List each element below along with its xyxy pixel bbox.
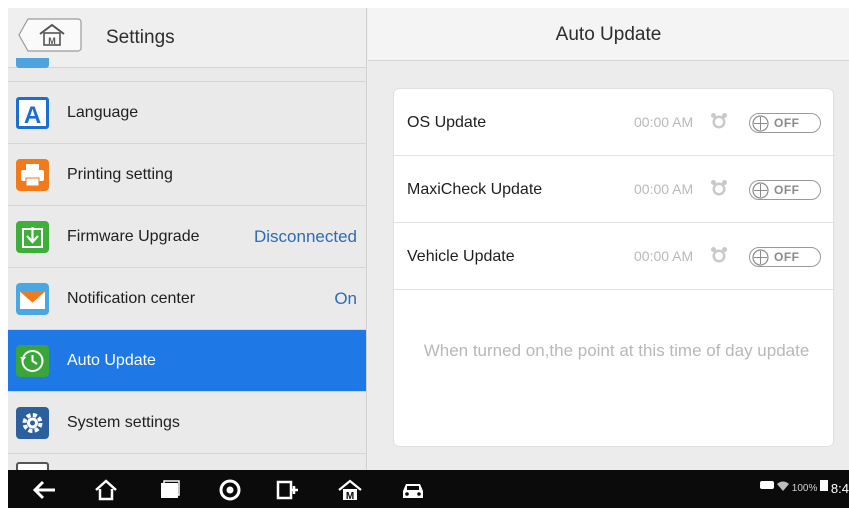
notification-status: On: [334, 289, 357, 308]
printer-icon: [16, 159, 49, 191]
sidebar-item-label: Firmware Upgrade: [67, 228, 200, 245]
clock: 8:4: [830, 481, 849, 496]
auto-update-panel: Auto Update OS Update 00:00 AM OFF MaxiC…: [368, 8, 849, 470]
gear-icon: [16, 407, 49, 439]
toggle-state: OFF: [774, 250, 800, 264]
os-update-toggle[interactable]: OFF: [749, 113, 821, 133]
language-icon: A: [16, 97, 49, 129]
row-label: MaxiCheck Update: [407, 181, 543, 198]
chrome-icon[interactable]: [218, 479, 242, 501]
navigation-bar: M 100% 8:4: [8, 470, 849, 508]
row-label: OS Update: [407, 114, 487, 131]
partial-icon: [16, 58, 49, 68]
vehicle-update-row: Vehicle Update 00:00 AM OFF: [394, 223, 835, 290]
alarm-clock-icon[interactable]: [710, 246, 728, 264]
update-settings-card: OS Update 00:00 AM OFF MaxiCheck Update …: [393, 88, 835, 447]
sidebar-item-label: Printing setting: [67, 166, 173, 183]
screen: M Settings A Language Printing setting F…: [8, 8, 849, 508]
update-time[interactable]: 00:00 AM: [634, 223, 693, 290]
firmware-status: Disconnected: [253, 227, 357, 246]
auto-update-note: When turned on,the point at this time of…: [423, 341, 810, 360]
settings-panel: M Settings A Language Printing setting F…: [8, 8, 367, 470]
toggle-knob-icon: [752, 115, 769, 132]
toggle-knob-icon: [752, 182, 769, 199]
partial-icon: [16, 462, 49, 470]
battery-icon: [820, 480, 829, 494]
vci-connect-icon[interactable]: [276, 479, 300, 501]
status-area: 100% 8:4: [760, 470, 849, 508]
maxicheck-update-row: MaxiCheck Update 00:00 AM OFF: [394, 156, 835, 223]
page-title: Auto Update: [555, 24, 662, 45]
notification-icon: [16, 283, 49, 315]
toggle-state: OFF: [774, 183, 800, 197]
recent-apps-icon[interactable]: [158, 479, 182, 501]
maxicheck-update-toggle[interactable]: OFF: [749, 180, 821, 200]
home-icon[interactable]: [94, 479, 118, 501]
sidebar-item-firmware[interactable]: Firmware Upgrade Disconnected: [8, 206, 366, 268]
sidebar-item-partial-bottom[interactable]: [8, 454, 366, 470]
auto-update-icon: [16, 345, 49, 377]
battery-level: 100%: [791, 483, 818, 494]
svg-text:M: M: [346, 491, 354, 501]
message-icon: [760, 481, 775, 494]
os-update-row: OS Update 00:00 AM OFF: [394, 89, 835, 156]
sidebar-item-notification[interactable]: Notification center On: [8, 268, 366, 330]
sidebar-item-label: System settings: [67, 414, 180, 431]
sidebar-item-printing[interactable]: Printing setting: [8, 144, 366, 206]
sidebar-item-label: Auto Update: [67, 352, 156, 369]
svg-text:A: A: [24, 102, 41, 129]
update-time[interactable]: 00:00 AM: [634, 89, 693, 156]
sidebar-item-language[interactable]: A Language: [8, 82, 366, 144]
row-label: Vehicle Update: [407, 248, 515, 265]
maxi-home-icon[interactable]: M: [338, 479, 362, 502]
firmware-upgrade-icon: [16, 221, 49, 253]
alarm-clock-icon[interactable]: [710, 179, 728, 197]
vehicle-update-toggle[interactable]: OFF: [749, 247, 821, 267]
update-time[interactable]: 00:00 AM: [634, 156, 693, 223]
car-icon[interactable]: [401, 479, 425, 501]
back-icon[interactable]: [32, 479, 57, 501]
wifi-icon: [777, 481, 789, 494]
toggle-knob-icon: [752, 249, 769, 266]
toggle-state: OFF: [774, 116, 800, 130]
auto-update-header: Auto Update: [368, 8, 849, 61]
sidebar-item-system[interactable]: System settings: [8, 392, 366, 454]
sidebar-item-auto-update[interactable]: Auto Update: [8, 330, 366, 392]
alarm-clock-icon[interactable]: [710, 112, 728, 130]
sidebar-item-label: Notification center: [67, 290, 196, 307]
sidebar-item-label: Language: [67, 104, 139, 121]
sidebar-item-partial[interactable]: [8, 38, 366, 82]
